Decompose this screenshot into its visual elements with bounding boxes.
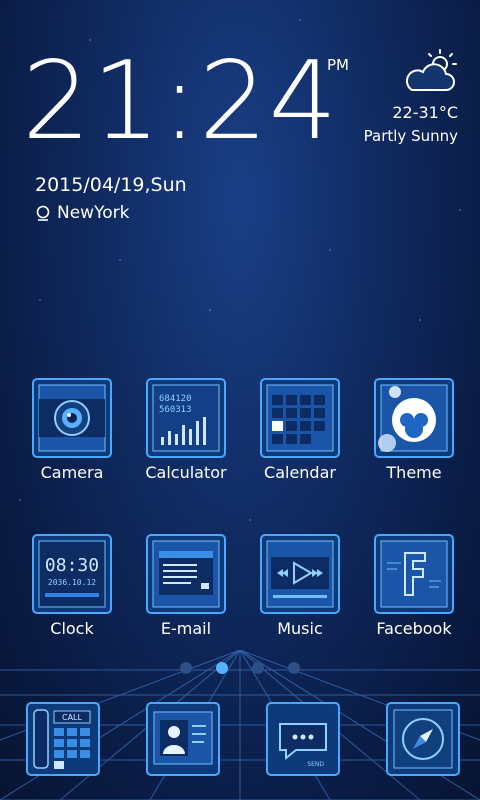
calc-display-1: 684120 <box>159 394 192 404</box>
camera-icon <box>32 378 112 458</box>
location-pin-icon <box>36 205 50 221</box>
page-dot[interactable] <box>288 662 300 674</box>
phone-icon[interactable]: CALL <box>26 702 100 776</box>
app-theme[interactable]: Theme <box>359 377 469 482</box>
clock-tile-time: 08:30 <box>45 555 99 576</box>
facebook-icon <box>374 534 454 614</box>
weather-temperature: 22-31°C <box>392 103 458 122</box>
app-calculator[interactable]: 684120 560313 Calculator <box>131 377 241 482</box>
app-music[interactable]: Music <box>245 533 355 638</box>
page-dot[interactable] <box>252 662 264 674</box>
clock-ampm: PM <box>327 56 349 74</box>
call-label: CALL <box>62 713 83 722</box>
weather-condition: Partly Sunny <box>363 127 458 145</box>
app-calendar[interactable]: Calendar <box>245 377 355 482</box>
clock-tile-date: 2036.10.12 <box>48 578 96 587</box>
clock-icon: 08:30 2036.10.12 <box>32 534 112 614</box>
contacts-icon[interactable] <box>146 702 220 776</box>
page-indicator[interactable] <box>0 662 480 674</box>
calendar-icon <box>260 378 340 458</box>
calc-display-2: 560313 <box>159 405 192 415</box>
app-label: Facebook <box>376 619 452 638</box>
theme-icon <box>374 378 454 458</box>
messaging-icon[interactable]: SEND <box>266 702 340 776</box>
app-label: E-mail <box>160 619 212 638</box>
browser-icon[interactable] <box>386 702 460 776</box>
app-label: Calculator <box>145 463 227 482</box>
clock-date: 2015/04/19,Sun <box>35 174 187 196</box>
location-label: NewYork <box>57 203 130 223</box>
page-dot[interactable] <box>180 662 192 674</box>
app-email[interactable]: E-mail <box>131 533 241 638</box>
app-camera[interactable]: Camera <box>17 377 127 482</box>
app-label: Clock <box>50 619 94 638</box>
page-dot-active[interactable] <box>216 662 228 674</box>
send-label: SEND <box>307 761 324 768</box>
app-label: Camera <box>40 463 104 482</box>
app-label: Theme <box>386 463 442 482</box>
app-clock[interactable]: 08:30 2036.10.12 Clock <box>17 533 127 638</box>
app-label: Music <box>277 619 323 638</box>
location[interactable]: NewYork <box>35 203 129 223</box>
partly-cloudy-icon[interactable] <box>402 48 462 96</box>
app-label: Calendar <box>264 463 336 482</box>
clock-time[interactable]: 21:24 <box>22 48 338 156</box>
calculator-icon: 684120 560313 <box>146 378 226 458</box>
app-facebook[interactable]: Facebook <box>359 533 469 638</box>
email-icon <box>146 534 226 614</box>
music-icon <box>260 534 340 614</box>
